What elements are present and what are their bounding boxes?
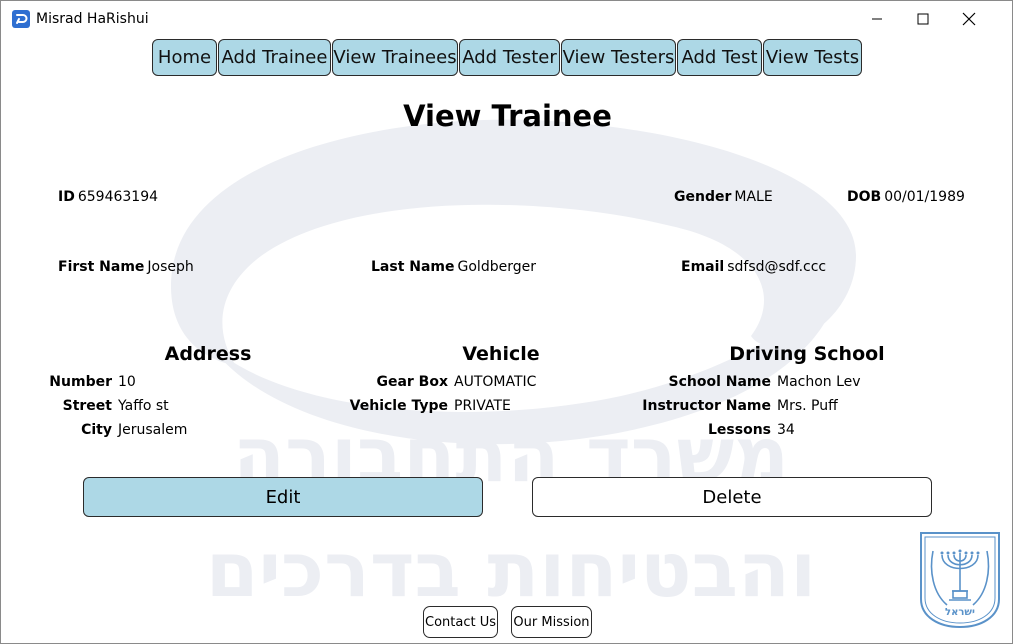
minimize-button[interactable] bbox=[854, 1, 900, 37]
gender-field: Gender MALE bbox=[674, 189, 773, 205]
last-name-field: Last Name Goldberger bbox=[371, 259, 536, 275]
trainee-id-field: ID 659463194 bbox=[58, 189, 158, 205]
first-name-label: First Name bbox=[58, 259, 145, 275]
lessons-value: 34 bbox=[777, 422, 795, 438]
nav-view-tests-button[interactable]: View Tests bbox=[763, 39, 862, 76]
close-button[interactable] bbox=[946, 1, 992, 37]
address-city-value: Jerusalem bbox=[118, 422, 188, 438]
gear-box-label: Gear Box bbox=[376, 374, 448, 390]
gear-box-value: AUTOMATIC bbox=[454, 374, 537, 390]
emblem-text: ישראל bbox=[945, 607, 975, 618]
instructor-name-value: Mrs. Puff bbox=[777, 398, 838, 414]
lessons-label: Lessons bbox=[708, 422, 771, 438]
nav-home-button[interactable]: Home bbox=[152, 39, 217, 76]
app-icon bbox=[12, 10, 30, 28]
vehicle-title: Vehicle bbox=[462, 343, 540, 365]
id-label: ID bbox=[58, 189, 75, 205]
email-label: Email bbox=[681, 259, 725, 275]
dob-label: DOB bbox=[847, 189, 882, 205]
state-emblem-icon: ישראל bbox=[920, 532, 1000, 629]
dob-field: DOB 00/01/1989 bbox=[847, 189, 965, 205]
dob-value: 00/01/1989 bbox=[884, 189, 965, 205]
instructor-name-label: Instructor Name bbox=[642, 398, 771, 414]
minimize-icon bbox=[872, 18, 882, 20]
contact-us-button[interactable]: Contact Us bbox=[423, 606, 498, 638]
watermark-line2: והבטיחות בדרכים bbox=[206, 525, 816, 614]
page-title: View Trainee bbox=[403, 99, 612, 133]
address-number-value: 10 bbox=[118, 374, 136, 390]
close-icon bbox=[962, 12, 976, 26]
email-value: sdfsd@sdf.ccc bbox=[727, 259, 827, 275]
address-city-label: City bbox=[81, 422, 112, 438]
school-name-value: Machon Lev bbox=[777, 374, 861, 390]
last-name-label: Last Name bbox=[371, 259, 455, 275]
first-name-field: First Name Joseph bbox=[58, 259, 194, 275]
nav-view-testers-button[interactable]: View Testers bbox=[561, 39, 676, 76]
edit-button[interactable]: Edit bbox=[83, 477, 483, 517]
maximize-icon bbox=[917, 13, 929, 25]
nav-add-tester-button[interactable]: Add Tester bbox=[459, 39, 560, 76]
nav-add-trainee-button[interactable]: Add Trainee bbox=[218, 39, 331, 76]
email-field: Email sdfsd@sdf.ccc bbox=[681, 259, 826, 275]
address-title: Address bbox=[164, 343, 252, 365]
gender-value: MALE bbox=[734, 189, 773, 205]
app-window: Misrad HaRishui משרד התחבורה והבטיחות בד… bbox=[0, 0, 1013, 644]
our-mission-button[interactable]: Our Mission bbox=[511, 606, 592, 638]
first-name-value: Joseph bbox=[147, 259, 194, 275]
id-value: 659463194 bbox=[77, 189, 159, 205]
maximize-button[interactable] bbox=[900, 1, 946, 37]
nav-add-test-button[interactable]: Add Test bbox=[677, 39, 762, 76]
vehicle-type-label: Vehicle Type bbox=[349, 398, 448, 414]
last-name-value: Goldberger bbox=[457, 259, 536, 275]
address-number-label: Number bbox=[49, 374, 112, 390]
address-street-label: Street bbox=[62, 398, 112, 414]
gender-label: Gender bbox=[674, 189, 732, 205]
window-title: Misrad HaRishui bbox=[36, 11, 149, 27]
driving-school-title: Driving School bbox=[729, 343, 885, 365]
vehicle-type-value: PRIVATE bbox=[454, 398, 511, 414]
school-name-label: School Name bbox=[668, 374, 771, 390]
delete-button[interactable]: Delete bbox=[532, 477, 932, 517]
title-bar: Misrad HaRishui bbox=[1, 1, 1012, 37]
address-street-value: Yaffo st bbox=[118, 398, 169, 414]
nav-view-trainees-button[interactable]: View Trainees bbox=[332, 39, 458, 76]
